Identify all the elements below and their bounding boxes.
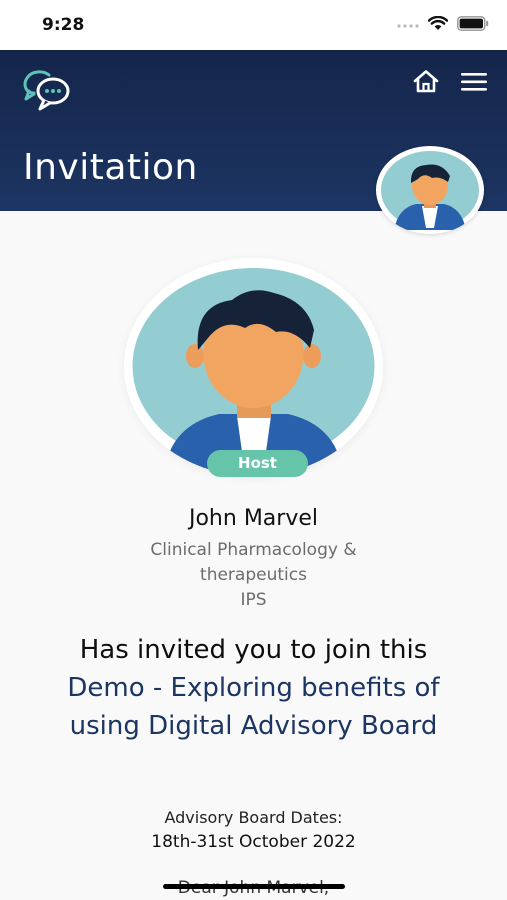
- page-title: Invitation: [23, 147, 198, 188]
- host-department: Clinical Pharmacology & therapeutics IPS: [100, 538, 407, 613]
- status-icons: [397, 16, 489, 31]
- invitation-message: Has invited you to join this Demo - Expl…: [40, 631, 467, 745]
- user-avatar[interactable]: [376, 146, 484, 234]
- invitation-line1: Has invited you to join: [79, 635, 372, 665]
- host-department-line1: Clinical Pharmacology &: [150, 540, 357, 560]
- host-badge: Host: [207, 450, 308, 477]
- home-indicator: [163, 884, 345, 889]
- event-name-link[interactable]: Demo - Exploring benefits of using Digit…: [67, 673, 439, 741]
- host-organization: IPS: [240, 590, 267, 610]
- dates-label: Advisory Board Dates:: [164, 808, 343, 827]
- host-avatar: [124, 258, 383, 476]
- invitation-prefix: this: [379, 635, 428, 665]
- dates-value: 18th-31st October 2022: [151, 832, 356, 852]
- host-name: John Marvel: [188, 506, 318, 531]
- home-icon[interactable]: [412, 69, 440, 93]
- wifi-icon: [428, 16, 448, 30]
- hamburger-menu-icon[interactable]: [461, 72, 487, 92]
- status-bar: 9:28: [0, 0, 507, 50]
- status-time: 9:28: [42, 15, 85, 35]
- host-department-line2: therapeutics: [200, 565, 307, 585]
- chat-bubbles-logo-icon: [23, 70, 70, 111]
- battery-icon: [457, 16, 489, 31]
- signal-icon: [397, 23, 419, 28]
- person-avatar-icon: [132, 268, 375, 472]
- person-avatar-icon: [381, 151, 479, 230]
